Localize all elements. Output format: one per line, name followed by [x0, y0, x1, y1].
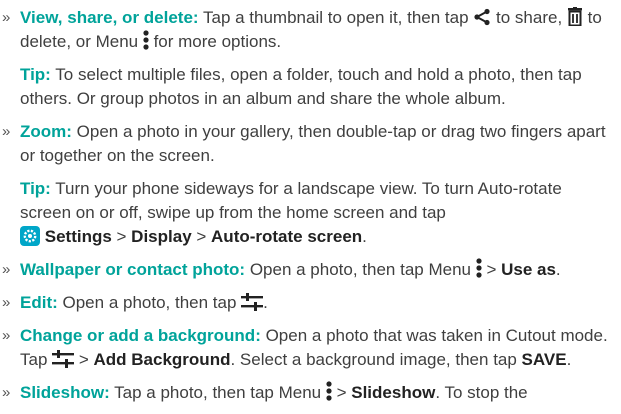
item-text: . — [566, 350, 572, 369]
item-text: . — [362, 227, 367, 246]
item-title: Zoom: — [20, 122, 72, 141]
item-text: for more options. — [148, 32, 282, 51]
item-text: Tap a thumbnail to open it, then tap — [198, 8, 474, 27]
item-title: Change or add a background: — [20, 326, 261, 345]
bullet: » — [2, 384, 11, 401]
separator: > — [111, 227, 132, 246]
bullet: » — [2, 9, 11, 26]
item-text: . — [263, 293, 268, 312]
slideshow-label: Slideshow — [351, 383, 436, 402]
separator: > — [331, 383, 352, 402]
bullet: » — [2, 327, 11, 344]
item-text: Tap a photo, then tap Menu — [109, 383, 326, 402]
tip-label: Tip: — [20, 179, 51, 198]
bullet: » — [2, 261, 11, 278]
settings-label: Settings — [44, 227, 112, 246]
item-text: . — [555, 260, 561, 279]
view-share-delete-item: » View, share, or delete: Tap a thumbnai… — [0, 6, 621, 54]
add-background-label: Add Background — [93, 350, 231, 369]
trash-icon — [567, 7, 583, 26]
item-text: . Select a background image, then tap — [230, 350, 522, 369]
item-title: Edit: — [20, 293, 58, 312]
tip-landscape: Tip: Turn your phone sideways for a land… — [0, 177, 621, 249]
separator: > — [481, 260, 502, 279]
wallpaper-item: » Wallpaper or contact photo: Open a pho… — [0, 258, 621, 282]
save-label: SAVE — [521, 350, 567, 369]
item-title: Slideshow: — [20, 383, 110, 402]
item-text: Open a photo in your gallery, then doubl… — [20, 122, 606, 165]
zoom-item: » Zoom: Open a photo in your gallery, th… — [0, 120, 621, 168]
separator: > — [74, 350, 94, 369]
manual-page: » View, share, or delete: Tap a thumbnai… — [0, 0, 621, 414]
tip-text: To select multiple files, open a folder,… — [20, 65, 582, 108]
change-background-item: » Change or add a background: Open a pho… — [0, 324, 621, 372]
display-label: Display — [131, 227, 192, 246]
edit-item: » Edit: Open a photo, then tap . — [0, 291, 621, 315]
edit-sliders-icon — [52, 350, 75, 368]
bullet: » — [2, 294, 11, 311]
edit-sliders-icon — [241, 293, 264, 311]
item-text: . To stop the — [435, 383, 528, 402]
item-title: Wallpaper or contact photo: — [20, 260, 246, 279]
share-icon — [473, 8, 491, 26]
slideshow-item: » Slideshow: Tap a photo, then tap Menu … — [0, 381, 621, 405]
settings-icon — [20, 226, 40, 246]
use-as-label: Use as — [501, 260, 556, 279]
bullet: » — [2, 123, 11, 140]
item-text: to share, — [491, 8, 567, 27]
auto-rotate-label: Auto-rotate screen — [211, 227, 363, 246]
item-title: View, share, or delete: — [20, 8, 199, 27]
separator: > — [191, 227, 212, 246]
item-text: Open a photo, then tap Menu — [245, 260, 476, 279]
tip-label: Tip: — [20, 65, 51, 84]
tip-text: Turn your phone sideways for a landscape… — [20, 179, 562, 222]
item-text: Open a photo, then tap — [57, 293, 242, 312]
tip-multiple-files: Tip: To select multiple files, open a fo… — [0, 63, 621, 111]
